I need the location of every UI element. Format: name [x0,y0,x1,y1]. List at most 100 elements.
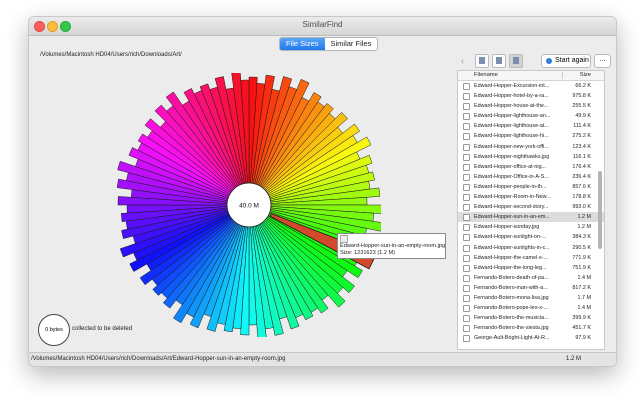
status-file-path: /Volumes/Macintosh HD04/Users/rich/Downl… [31,356,286,362]
delete-checkbox[interactable] [463,294,470,302]
file-row[interactable]: Edward-Hopper-new-york-offi... 123.4 K [458,142,604,152]
more-options-button[interactable]: ... [594,54,611,68]
file-name: Edward-Hopper-Room-in-New... [474,194,551,201]
file-row[interactable]: Fernando-Botero-mona-lisa.jpg 1.7 M [458,293,604,303]
list-view-button[interactable] [475,54,489,68]
image-icon [496,57,502,64]
app-window: SimilarFind File Sizes Similar Files /Vo… [28,16,617,367]
file-row[interactable]: Edward-Hopper-sunlights-in-c... 290.5 K [458,243,604,253]
file-row[interactable]: Fernando-Botero-the-musicia... 399.9 K [458,313,604,323]
file-list-scrollbar[interactable] [598,171,602,249]
file-size: 97.9 K [575,335,591,342]
file-row[interactable]: Edward-Hopper-second-story... 993.0 K [458,202,604,212]
file-name: Edward-Hopper-lighthouse-at... [474,123,549,130]
file-row[interactable]: Edward-Hopper-people-in-th... 857.6 K [458,182,604,192]
file-name: Fernando-Botero-man-with-a... [474,284,548,291]
file-size: 49.9 K [575,113,591,120]
file-row[interactable]: Edward-Hopper-sunday.jpg 1.2 M [458,222,604,232]
delete-checkbox[interactable] [463,204,470,212]
delete-checkbox[interactable] [463,254,470,262]
file-name: George-Ault-Bright-Light-At-R... [474,335,550,342]
file-name: Edward-Hopper-people-in-th... [474,183,547,190]
tab-file-sizes[interactable]: File Sizes [280,38,325,50]
file-name: Edward-Hopper-sunday.jpg [474,224,540,231]
file-name: Fernando-Botero-pope-leo-x-... [474,305,549,312]
file-name: Edward-Hopper-nighthawks.jpg [474,153,550,160]
delete-checkbox[interactable] [463,325,470,333]
delete-checkbox[interactable] [463,93,470,101]
delete-checkbox[interactable] [463,214,470,222]
file-row[interactable]: Fernando-Botero-pope-leo-x-... 1.4 M [458,303,604,313]
file-name: Fernando-Botero-death-of-pa... [474,274,549,281]
file-row[interactable]: Fernando-Botero-man-with-a... 817.2 K [458,283,604,293]
file-row[interactable]: Edward-Hopper-lighthouse-at... 111.4 K [458,121,604,131]
delete-checkbox[interactable] [463,244,470,252]
file-name: Edward-Hopper-Excursion-int... [474,83,550,89]
file-row[interactable]: Edward-Hopper-nighthawks.jpg 116.1 K [458,152,604,162]
file-size: 1.2 M [577,214,591,221]
delete-checkbox[interactable] [463,305,470,313]
filename-column-header[interactable]: Filename [474,71,498,80]
file-size: 176.4 K [572,163,591,170]
file-name: Edward-Hopper-Office-in-A-S... [474,173,549,180]
file-size: 1.7 M [577,294,591,301]
refresh-icon [546,58,552,64]
file-name: Edward-Hopper-lighthouse-an... [474,113,551,120]
file-list: Filename Size Edward-Hopper-Excursion-in… [457,70,605,350]
size-column-header[interactable]: Size [580,71,591,80]
file-size: 123.4 K [572,143,591,150]
delete-checkbox[interactable] [463,103,470,111]
file-row[interactable]: Edward-Hopper-the-camel-s-... 771.9 K [458,253,604,263]
delete-checkbox[interactable] [463,335,470,343]
delete-checkbox[interactable] [463,274,470,282]
delete-checkbox[interactable] [463,264,470,272]
file-row[interactable]: Fernando-Botero-the-siesta.jpg 451.7 K [458,323,604,333]
file-row[interactable]: Fernando-Botero-death-of-pa... 1.4 M [458,273,604,283]
file-row[interactable]: Edward-Hopper-Office-in-A-S... 236.4 K [458,172,604,182]
file-rows: Edward-Hopper-Excursion-int... 66.2 K Edwa… [458,81,604,343]
file-size: 1.4 M [577,274,591,281]
delete-checkbox[interactable] [463,133,470,141]
file-row[interactable]: Edward-Hopper-Excursion-int... 66.2 K [458,81,604,91]
delete-checkbox[interactable] [463,83,470,90]
back-icon[interactable]: ‹ [461,56,464,66]
delete-checkbox[interactable] [463,183,470,191]
delete-checkbox[interactable] [463,113,470,121]
delete-checkbox[interactable] [463,315,470,323]
deleted-amount: 0 bytes [45,327,63,333]
delete-checkbox[interactable] [463,173,470,181]
delete-checkbox[interactable] [463,153,470,161]
file-row[interactable]: Edward-Hopper-the-long-leg... 751.9 K [458,263,604,273]
document-icon [479,57,485,64]
file-row[interactable]: Edward-Hopper-lighthouse-an... 49.9 K [458,111,604,121]
folder-icon [513,57,519,64]
delete-checkbox[interactable] [463,284,470,292]
image-view-button[interactable] [492,54,506,68]
deleted-label: collected to be deleted [72,326,133,332]
file-name: Edward-Hopper-sunlights-in-c... [474,244,550,251]
window-title: SimilarFind [302,20,343,29]
file-row[interactable]: Edward-Hopper-house-at-the... 255.5 K [458,101,604,111]
file-row[interactable]: Edward-Hopper-office-at-nig... 176.4 K [458,162,604,172]
file-row[interactable]: Edward-Hopper-hotel-by-a-ra... 975.8 K [458,91,604,101]
delete-checkbox[interactable] [463,143,470,151]
folder-view-button[interactable] [509,54,523,68]
file-size: 178.8 K [572,194,591,201]
delete-checkbox[interactable] [463,163,470,171]
file-row[interactable]: Edward-Hopper-Room-in-New... 178.8 K [458,192,604,202]
start-again-button[interactable]: Start again [541,54,591,68]
delete-checkbox[interactable] [463,194,470,202]
delete-checkbox[interactable] [463,123,470,131]
file-row[interactable]: Edward-Hopper-sun-in-an-em... 1.2 M [458,212,604,223]
delete-checkbox[interactable] [463,234,470,242]
file-row[interactable]: Edward-Hopper-sunlight-on-... 384.3 K [458,232,604,242]
tab-similar-files[interactable]: Similar Files [324,38,378,50]
file-size: 236.4 K [572,173,591,180]
file-list-header: Filename Size [458,71,604,81]
file-row[interactable]: Edward-Hopper-lighthouse-hi... 275.2 K [458,131,604,141]
file-row[interactable]: George-Ault-Bright-Light-At-R... 97.9 K [458,333,604,343]
file-size: 66.2 K [575,83,591,89]
file-name: Edward-Hopper-the-long-leg... [474,264,547,271]
delete-checkbox[interactable] [463,224,470,232]
file-size-sunburst[interactable]: 40.0 M [117,73,381,337]
